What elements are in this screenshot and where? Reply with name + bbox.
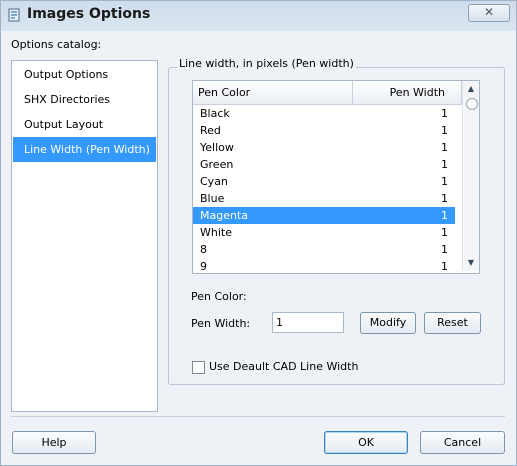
table-row[interactable]: 81: [193, 241, 455, 258]
pen-width-cell: 1: [441, 209, 448, 222]
pen-color-label: Pen Color:: [191, 290, 247, 303]
modify-button[interactable]: Modify: [360, 312, 416, 334]
pen-width-cell: 1: [441, 260, 448, 271]
table-row[interactable]: Cyan 1: [193, 173, 455, 190]
table-row[interactable]: 91: [193, 258, 455, 271]
pen-color-cell: Black: [200, 107, 230, 120]
table-row[interactable]: Blue 1: [193, 190, 455, 207]
default-line-width-label[interactable]: Use Deault CAD Line Width: [209, 360, 358, 373]
pen-width-input[interactable]: [272, 312, 344, 333]
pen-width-cell: 1: [441, 192, 448, 205]
default-line-width-checkbox[interactable]: [192, 361, 205, 374]
pen-width-cell: 1: [441, 175, 448, 188]
column-header-pen-width[interactable]: Pen Width: [353, 81, 462, 104]
vertical-scrollbar[interactable]: ▲ ▼: [462, 81, 479, 271]
pen-color-cell: White: [200, 226, 232, 239]
table-row-selected[interactable]: Magenta 1: [193, 207, 455, 224]
ok-button[interactable]: OK: [324, 431, 408, 454]
pen-width-label: Pen Width:: [191, 317, 251, 330]
pen-width-cell: 1: [441, 158, 448, 171]
reset-button[interactable]: Reset: [424, 312, 481, 334]
catalog-list: Output Options SHX Directories Output La…: [11, 60, 158, 412]
footer-divider: [11, 416, 505, 417]
pen-width-cell: 1: [441, 141, 448, 154]
help-button[interactable]: Help: [12, 431, 96, 454]
catalog-item-output-options[interactable]: Output Options: [13, 62, 156, 87]
pen-width-cell: 1: [441, 107, 448, 120]
pen-width-cell: 1: [441, 226, 448, 239]
table-row[interactable]: Black 1: [193, 105, 455, 122]
pen-color-cell: 9: [200, 260, 207, 271]
catalog-item-shx-directories[interactable]: SHX Directories: [13, 87, 156, 112]
close-button[interactable]: ✕: [468, 4, 510, 22]
cancel-button[interactable]: Cancel: [420, 431, 505, 454]
catalog-label: Options catalog:: [11, 38, 102, 51]
catalog-item-line-width[interactable]: Line Width (Pen Width): [13, 137, 156, 162]
pen-color-cell: Magenta: [200, 209, 249, 222]
table-row[interactable]: White 1: [193, 224, 455, 241]
pen-color-cell: 8: [200, 243, 207, 256]
group-title: Line width, in pixels (Pen width): [177, 57, 356, 70]
pen-color-cell: Green: [200, 158, 234, 171]
app-icon: [8, 8, 20, 22]
table-row[interactable]: Red 1: [193, 122, 455, 139]
grid-header: Pen Color Pen Width: [193, 81, 462, 105]
pen-width-cell: 1: [441, 243, 448, 256]
scroll-up-icon[interactable]: ▲: [463, 81, 479, 97]
images-options-window: Images Options ✕ Options catalog: Output…: [0, 0, 517, 466]
pen-color-cell: Red: [200, 124, 221, 137]
table-row[interactable]: Green 1: [193, 156, 455, 173]
scroll-thumb[interactable]: [466, 98, 478, 110]
catalog-item-output-layout[interactable]: Output Layout: [13, 112, 156, 137]
pen-color-cell: Cyan: [200, 175, 228, 188]
window-title: Images Options: [27, 6, 151, 22]
table-row[interactable]: Yellow 1: [193, 139, 455, 156]
pen-width-grid[interactable]: Pen Color Pen Width Black 1 Red 1 Yellow 1 …: [192, 80, 480, 274]
close-icon: ✕: [483, 5, 495, 19]
pen-width-cell: 1: [441, 124, 448, 137]
column-header-pen-color[interactable]: Pen Color: [193, 81, 353, 104]
scroll-down-icon[interactable]: ▼: [463, 255, 479, 271]
pen-color-cell: Blue: [200, 192, 225, 205]
title-bar[interactable]: Images Options ✕: [1, 1, 516, 31]
grid-rows: Black 1 Red 1 Yellow 1 Green 1 Cyan 1 Blue 1 M…: [193, 105, 462, 271]
pen-color-cell: Yellow: [200, 141, 234, 154]
